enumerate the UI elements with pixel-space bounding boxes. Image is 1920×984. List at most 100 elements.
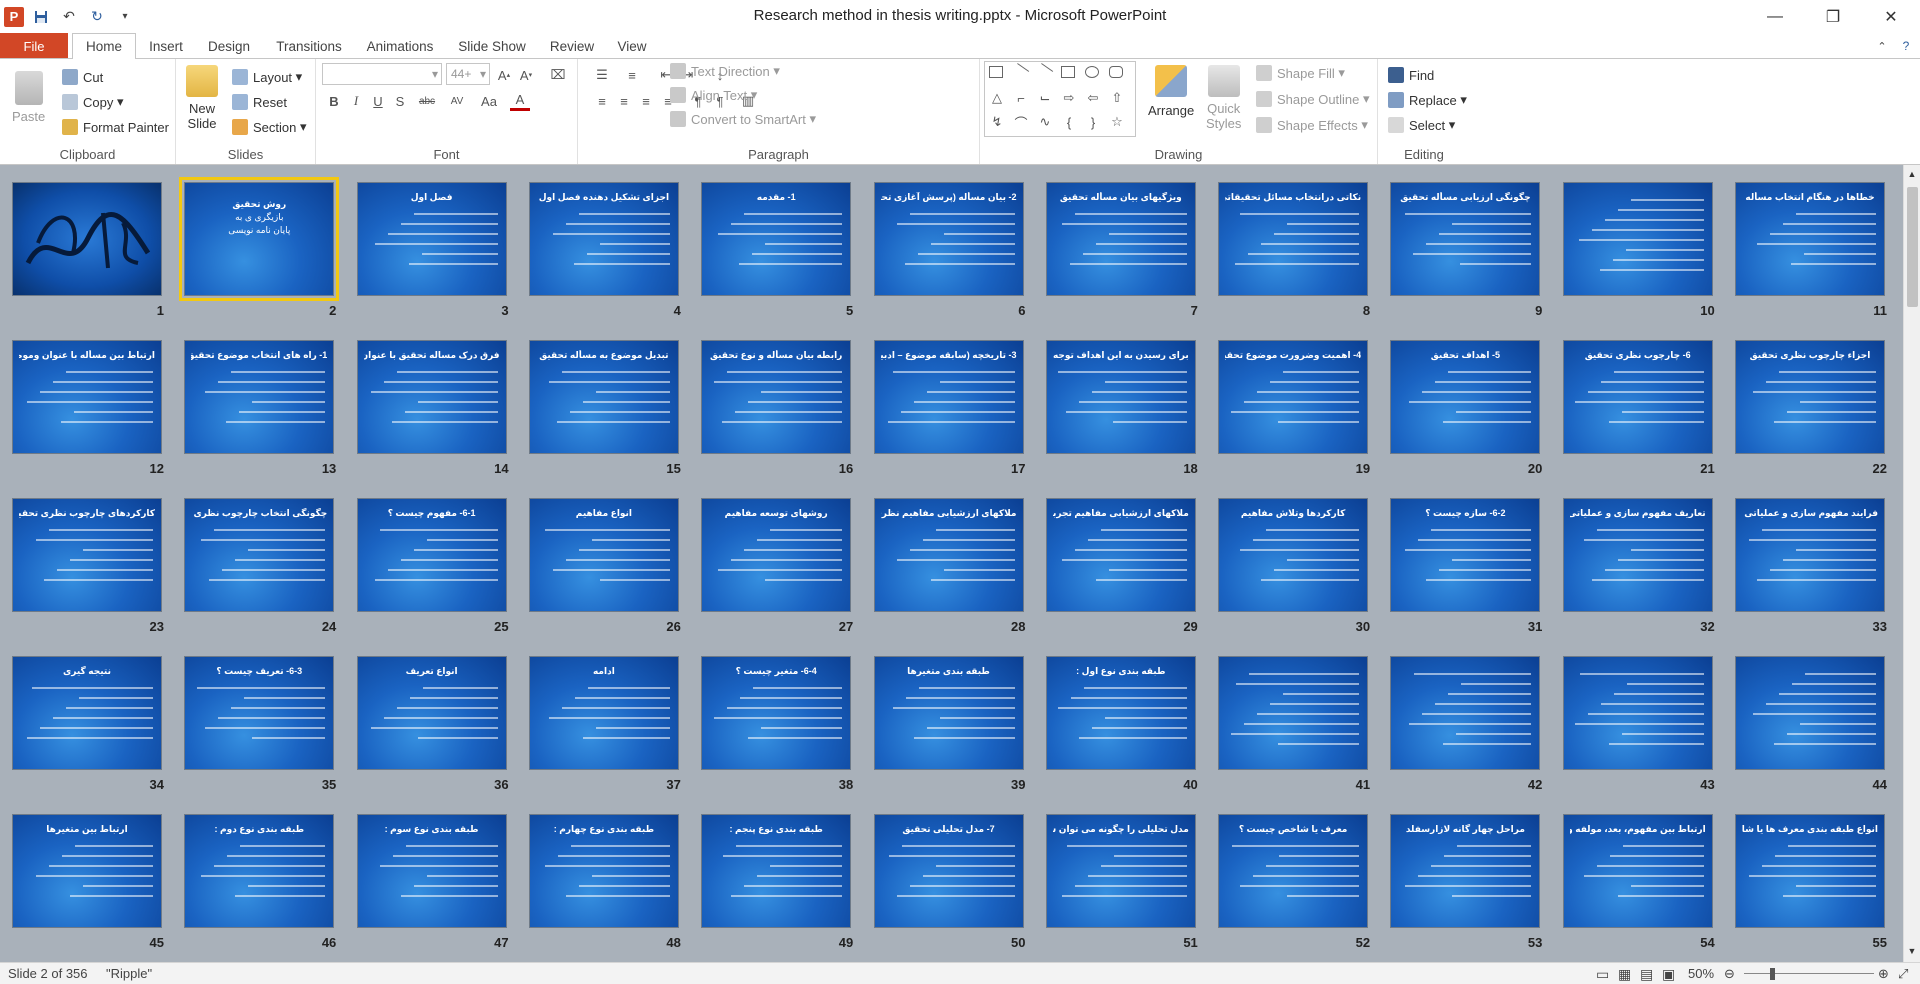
- slide-thumbnail[interactable]: ملاکهای ارزشیابی مفاهیم نظری: [873, 498, 1024, 612]
- slide-thumbnail-cell[interactable]: 6-1- مفهوم چیست ؟ 25: [345, 486, 517, 638]
- slide-thumbnail[interactable]: اجزای تشکیل دهنده فصل اول: [528, 182, 679, 296]
- arc-shape-icon[interactable]: ⌒: [1011, 112, 1031, 132]
- help-icon[interactable]: ?: [1896, 33, 1916, 59]
- slide-thumbnail-cell[interactable]: طبقه بندی نوع دوم : 46: [172, 802, 344, 954]
- tab-insert[interactable]: Insert: [140, 33, 192, 59]
- slide-thumbnail-cell[interactable]: انواع طبقه بندی معرف ها یا شاخص ها 55: [1723, 802, 1895, 954]
- save-icon[interactable]: [30, 6, 52, 28]
- line-shape-icon[interactable]: [1010, 63, 1030, 81]
- slide-thumbnail-cell[interactable]: کارکردها وتلاش مفاهیم 30: [1206, 486, 1378, 638]
- slide-thumbnail-cell[interactable]: تعاریف مفهوم سازی و عملیاتی کردن 32: [1551, 486, 1723, 638]
- right-brace-shape-icon[interactable]: }: [1083, 112, 1103, 132]
- font-size-combo[interactable]: 44+ ▾: [446, 63, 490, 85]
- shrink-font-icon[interactable]: A ▾: [516, 65, 536, 85]
- slide-thumbnail[interactable]: طبقه بندی نوع پنجم :: [701, 814, 852, 928]
- slide-thumbnail-cell[interactable]: 41: [1206, 644, 1378, 796]
- slide-thumbnail[interactable]: روشهای توسعه مفاهیم: [701, 498, 852, 612]
- slide-thumbnail[interactable]: معرف یا شاخص چیست ؟: [1218, 814, 1369, 928]
- slide-thumbnail-cell[interactable]: ادامه 37: [517, 644, 689, 796]
- grow-font-icon[interactable]: A ▴: [494, 65, 514, 85]
- tab-home[interactable]: Home: [72, 33, 136, 59]
- slide-thumbnail[interactable]: طبقه بندی نوع سوم :: [356, 814, 507, 928]
- shape-outline-button[interactable]: Shape Outline ▾: [1256, 91, 1370, 107]
- shape-fill-button[interactable]: Shape Fill ▾: [1256, 65, 1345, 81]
- slide-thumbnail-cell[interactable]: 43: [1551, 644, 1723, 796]
- slide-thumbnail[interactable]: کارکردهای چارچوب نظری تحقیق: [12, 498, 162, 612]
- slide-thumbnail[interactable]: ارتباط بین مفهوم، بعد، مولفه و شاخص: [1562, 814, 1713, 928]
- slide-thumbnail[interactable]: فصل اول: [356, 182, 507, 296]
- text-shadow-button[interactable]: S: [390, 91, 410, 111]
- slide-thumbnail-cell[interactable]: 6- چارچوب نظری تحقیق 21: [1551, 328, 1723, 480]
- slide-thumbnail[interactable]: چگونگی انتخاب چارچوب نظری تحقیق: [184, 498, 335, 612]
- bold-button[interactable]: B: [324, 91, 344, 111]
- slide-thumbnail[interactable]: طبقه بندی نوع چهارم :: [528, 814, 679, 928]
- slide-thumbnail[interactable]: ادامه: [528, 656, 679, 770]
- tab-transitions[interactable]: Transitions: [268, 33, 350, 59]
- slide-thumbnail-cell[interactable]: 2- بیان مسأله (پرسش آغازی تحقیق) 6: [862, 170, 1034, 322]
- scroll-down-icon[interactable]: ▼: [1906, 946, 1918, 958]
- slide-sorter[interactable]: 1 روش تحقیق بازیگری ی به پایان نامه نویسی 2 ف…: [0, 165, 1920, 962]
- tab-slide-show[interactable]: Slide Show: [452, 33, 532, 59]
- align-left-icon[interactable]: ≡: [592, 91, 612, 111]
- zoom-slider-handle[interactable]: [1770, 968, 1775, 980]
- slide-thumbnail-cell[interactable]: اجزاء چارچوب نظری تحقیق 22: [1723, 328, 1895, 480]
- slide-thumbnail[interactable]: کارکردها وتلاش مفاهیم: [1218, 498, 1369, 612]
- slide-thumbnail-cell[interactable]: مدل تحلیلی را چگونه می توان ساخت ؟ 51: [1034, 802, 1206, 954]
- slide-thumbnail-cell[interactable]: 1- راه های انتخاب موضوع تحقیق 13: [172, 328, 344, 480]
- slide-thumbnail[interactable]: 2- بیان مسأله (پرسش آغازی تحقیق): [873, 182, 1024, 296]
- slide-thumbnail[interactable]: رابطه بیان مسأله و نوع تحقیق: [701, 340, 852, 454]
- slide-thumbnail[interactable]: اجزاء چارچوب نظری تحقیق: [1735, 340, 1885, 454]
- slide-thumbnail-cell[interactable]: 1- مقدمه 5: [689, 170, 861, 322]
- reset-button[interactable]: Reset: [232, 94, 287, 110]
- slide-thumbnail-cell[interactable]: 4- اهمیت وضرورت موضوع تحقیق 19: [1206, 328, 1378, 480]
- slide-thumbnail-cell[interactable]: طبقه بندی نوع اول : 40: [1034, 644, 1206, 796]
- slide-thumbnail-cell[interactable]: چگونگی انتخاب چارچوب نظری تحقیق 24: [172, 486, 344, 638]
- format-painter-button[interactable]: Format Painter: [62, 119, 169, 135]
- restore-button[interactable]: ❐: [1804, 0, 1862, 33]
- zoom-level[interactable]: 50%: [1688, 966, 1714, 981]
- convert-smartart-button[interactable]: Convert to SmartArt ▾: [670, 111, 816, 127]
- powerpoint-logo-icon[interactable]: P: [4, 6, 24, 27]
- slide-thumbnail-cell[interactable]: مراحل چهار گانه لازارسفلد 53: [1378, 802, 1550, 954]
- scroll-up-icon[interactable]: ▲: [1906, 169, 1918, 181]
- slide-thumbnail[interactable]: خطاها در هنگام انتخاب مسأله: [1735, 182, 1885, 296]
- slide-thumbnail[interactable]: [1218, 656, 1369, 770]
- slide-thumbnail[interactable]: [1390, 656, 1541, 770]
- textbox-shape-icon[interactable]: [989, 66, 1003, 78]
- brace-shape-icon[interactable]: {: [1059, 112, 1079, 132]
- shape-effects-button[interactable]: Shape Effects ▾: [1256, 117, 1368, 133]
- slide-thumbnail[interactable]: 1- راه های انتخاب موضوع تحقیق: [184, 340, 335, 454]
- slide-thumbnail-cell[interactable]: اجزای تشکیل دهنده فصل اول 4: [517, 170, 689, 322]
- slide-thumbnail[interactable]: نتیجه گیری: [12, 656, 162, 770]
- star-shape-icon[interactable]: ☆: [1107, 112, 1127, 132]
- new-slide-button[interactable]: New Slide: [186, 65, 218, 131]
- slide-thumbnail[interactable]: تبدیل موضوع به مسأله تحقیق: [528, 340, 679, 454]
- slide-thumbnail-cell[interactable]: 1: [0, 170, 172, 322]
- slide-thumbnail-cell[interactable]: انواع تعریف 36: [345, 644, 517, 796]
- slide-thumbnail[interactable]: ویژگیهای بیان مسأله تحقیق: [1045, 182, 1196, 296]
- curve-shape-icon[interactable]: ∿: [1035, 112, 1055, 132]
- zoom-out-icon[interactable]: ⊖: [1724, 966, 1735, 982]
- triangle-shape-icon[interactable]: △: [987, 88, 1007, 108]
- slide-thumbnail-cell[interactable]: ارتباط بین متغیرها 45: [0, 802, 172, 954]
- minimize-button[interactable]: —: [1746, 0, 1804, 33]
- elbow-shape-icon[interactable]: ⌙: [1035, 88, 1055, 108]
- slide-thumbnail[interactable]: [12, 182, 162, 296]
- clear-formatting-icon[interactable]: ⌧: [548, 65, 568, 85]
- vertical-scrollbar[interactable]: ▲ ▼: [1903, 165, 1920, 962]
- slide-thumbnail-cell[interactable]: فرق درک مساله تحقیق با عنوان تحقیق 14: [345, 328, 517, 480]
- tab-design[interactable]: Design: [200, 33, 258, 59]
- slide-thumbnail-cell[interactable]: برای رسیدن به این اهداف توجه به نکات زیر…: [1034, 328, 1206, 480]
- close-button[interactable]: ✕: [1862, 0, 1920, 33]
- tab-review[interactable]: Review: [544, 33, 600, 59]
- slide-thumbnail-cell[interactable]: طبقه بندی نوع چهارم : 48: [517, 802, 689, 954]
- slide-sorter-view-icon[interactable]: ▦: [1618, 966, 1631, 983]
- slide-thumbnail[interactable]: 4- اهمیت وضرورت موضوع تحقیق: [1218, 340, 1369, 454]
- slide-thumbnail[interactable]: 1- مقدمه: [701, 182, 852, 296]
- slide-thumbnail-cell[interactable]: کارکردهای چارچوب نظری تحقیق 23: [0, 486, 172, 638]
- scrollbar-thumb[interactable]: [1907, 187, 1918, 307]
- rounded-rect-shape-icon[interactable]: [1109, 66, 1123, 78]
- slide-thumbnail-cell[interactable]: 6-2- سازه چیست ؟ 31: [1378, 486, 1550, 638]
- align-text-button[interactable]: Align Text ▾: [670, 87, 757, 103]
- slideshow-view-icon[interactable]: ▣: [1662, 966, 1675, 983]
